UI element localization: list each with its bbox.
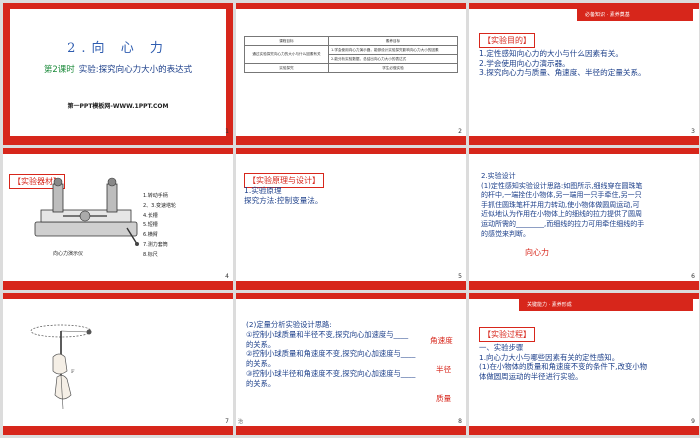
- body-line: 的感觉来判断。: [481, 229, 530, 238]
- body-line: 近似地认为作用在小物体上的细线的拉力提供了圆周: [481, 210, 642, 219]
- body-line: 运动所需的________,而细线的拉力可用牵住细线的手: [481, 219, 645, 228]
- slide-number: 2: [458, 128, 462, 135]
- subtitle-text: 实验:探究向心力大小的表达式: [78, 65, 193, 75]
- slide-top-bar: [3, 3, 233, 9]
- svg-text:F: F: [71, 369, 75, 375]
- legend-item: 5.短槽: [143, 222, 158, 229]
- slide-footer-bar: [3, 136, 233, 145]
- body-line: (1)在小物体的质量和角速度不变的条件下,改变小物: [479, 362, 648, 372]
- slide-footer-bar: [469, 281, 699, 290]
- slide-number: 1: [225, 128, 229, 135]
- slide-thumbnail-5[interactable]: 【实验原理与设计】 1.实验原理 探究方法:控制变量法。 5: [236, 148, 466, 290]
- body-line: 的关系。: [246, 359, 276, 369]
- answer-text: 向心力: [525, 248, 549, 257]
- slide-thumbnail-3[interactable]: 必备知识 · 素养奠基 【实验目的】 1.定性感知向心力的大小与什么因素有关。 …: [469, 3, 699, 145]
- legend-item: 8.标尺: [143, 251, 158, 258]
- slide-top-bar: [3, 293, 233, 299]
- table-cell: 学生必做实验: [327, 63, 459, 73]
- slide-footer-bar: [236, 281, 466, 290]
- table-header: 课程目标: [244, 36, 329, 46]
- section-heading: 【实验目的】: [479, 33, 535, 48]
- body-line: 2.学会使用向心力演示器。: [479, 58, 570, 68]
- footer-mark: 治: [238, 419, 244, 425]
- slide-top-bar: [236, 293, 466, 299]
- body-line: 1.实验原理: [244, 186, 282, 195]
- website-credit: 第一PPT模板网-WWW.1PPT.COM: [67, 103, 169, 110]
- slide-thumbnail-6[interactable]: 2.实验设计 (1)定性感知实验设计思路:如图所示,细线穿在圆珠笔 的杆中,一端…: [469, 148, 699, 290]
- body-line: 的关系。: [246, 378, 276, 388]
- slide-thumbnail-9[interactable]: 关键能力 · 素养形成 【实验过程】 一、实验步骤 1.向心力大小与哪些因素有关…: [469, 293, 699, 435]
- apparatus-caption: 向心力演示仪: [53, 251, 84, 257]
- table-cell: 实验探究: [244, 63, 329, 73]
- objectives-table: 课程目标 素养目标 通过实验探究向心力的大小与什么因素有关 1.学会使用向心力演…: [244, 36, 459, 73]
- legend-item: 7.测力套筒: [143, 241, 168, 248]
- slide-body: 1.实验原理 探究方法:控制变量法。: [244, 186, 458, 205]
- section-ribbon: 关键能力 · 素养形成: [519, 299, 693, 311]
- slide-top-bar: [236, 148, 466, 154]
- slide-number: 6: [691, 273, 695, 280]
- table-cell: 通过实验探究向心力的大小与什么因素有关: [244, 45, 329, 64]
- slide-number: 9: [691, 418, 695, 425]
- body-line: 手抓住圆珠笔杆并用力转动,使小物体做圆周运动,可: [481, 200, 640, 209]
- slide-top-bar: [3, 148, 233, 154]
- body-line: (2)定量分析实验设计思路:: [246, 320, 332, 329]
- body-line: 的杆中,一端拴住小物体,另一端用一只手牵住,另一只: [481, 191, 642, 200]
- body-line: ①控制小球质量和半径不变,探究向心加速度与____: [246, 329, 409, 339]
- table-cell: 2.能分析实验数据，总结出向心力大小的表达式: [327, 54, 459, 64]
- answer-text: 质量: [436, 394, 452, 403]
- subtitle-highlight: 第2课时: [43, 65, 75, 75]
- slide-thumbnail-7[interactable]: F 7: [3, 293, 233, 435]
- hand-rotation-diagram-icon: F: [30, 324, 92, 410]
- legend-item: 1.转动手柄: [143, 193, 168, 199]
- slide-footer-bar: [469, 136, 699, 145]
- slide-footer-bar: [3, 281, 233, 290]
- slide-title: 2.向 心 力: [67, 41, 169, 56]
- slide-top-bar: [469, 148, 699, 154]
- apparatus-legend: 1.转动手柄 2、3.变速塔轮 4.长槽 5.短槽 6.横臂 7.测力套筒 8.…: [143, 192, 176, 261]
- body-line: 3.探究向心力与质量、角速度、半径的定量关系。: [479, 68, 646, 78]
- slide-body: 一、实验步骤 1.向心力大小与哪些因素有关的定性感知。 (1)在小物体的质量和角…: [479, 343, 693, 381]
- body-line: 探究方法:控制变量法。: [244, 195, 323, 205]
- slide-body: 1.定性感知向心力的大小与什么因素有关。 2.学会使用向心力演示器。 3.探究向…: [479, 49, 693, 78]
- answer-text: 角速度: [430, 336, 453, 345]
- body-line: 一、实验步骤: [479, 343, 524, 352]
- body-line: (1)定性感知实验设计思路:如图所示,细线穿在圆珠笔: [481, 181, 643, 190]
- slide-number: 4: [225, 273, 229, 280]
- body-line: 1.定性感知向心力的大小与什么因素有关。: [479, 49, 623, 58]
- legend-item: 2、3.变速塔轮: [143, 202, 176, 209]
- table-cell: 1.学会使用向心力演示器，能够设计实验探究影响向心力大小的因素: [327, 45, 459, 55]
- slide-subtitle: 第2课时 实验:探究向心力大小的表达式: [3, 63, 233, 75]
- section-heading: 【实验过程】: [479, 327, 535, 342]
- slide-body: 2.实验设计 (1)定性感知实验设计思路:如图所示,细线穿在圆珠笔 的杆中,一端…: [481, 172, 695, 239]
- body-line: ③控制小球半径和角速度不变,探究向心加速度与____: [246, 368, 416, 378]
- slide-number: 3: [691, 128, 695, 135]
- slide-number: 8: [458, 418, 462, 425]
- slide-footer-bar: [236, 426, 466, 435]
- slide-thumbnail-1[interactable]: 2.向 心 力 第2课时 实验:探究向心力大小的表达式 第一PPT模板网-WWW.…: [3, 3, 233, 145]
- slide-footer-bar: [236, 136, 466, 145]
- body-line: 2.实验设计: [481, 172, 516, 180]
- table-header: 素养目标: [327, 36, 459, 46]
- section-ribbon: 必备知识 · 素养奠基: [577, 9, 693, 21]
- slide-number: 7: [225, 418, 229, 425]
- legend-item: 6.横臂: [143, 232, 158, 239]
- legend-item: 4.长槽: [143, 212, 158, 219]
- slide-thumbnail-2[interactable]: 课程目标 素养目标 通过实验探究向心力的大小与什么因素有关 1.学会使用向心力演…: [236, 3, 466, 145]
- body-line: 的关系。: [246, 339, 276, 349]
- body-line: 1.向心力大小与哪些因素有关的定性感知。: [479, 352, 620, 362]
- slide-footer-bar: [469, 426, 699, 435]
- answer-text: 半径: [436, 365, 452, 374]
- slide-thumbnail-8[interactable]: (2)定量分析实验设计思路: ①控制小球质量和半径不变,探究向心加速度与____…: [236, 293, 466, 435]
- slide-footer-bar: [3, 426, 233, 435]
- slide-body: (2)定量分析实验设计思路: ①控制小球质量和半径不变,探究向心加速度与____…: [246, 320, 460, 389]
- slide-thumbnail-4[interactable]: 【实验器材】 1.转动手柄 2、3.变速塔轮 4.长槽 5.短槽 6.横臂 7.…: [3, 148, 233, 290]
- body-line: ②控制小球质量和角速度不变,探究向心加速度与____: [246, 349, 416, 359]
- body-line: 体做圆周运动的半径进行实验。: [479, 371, 583, 381]
- slide-top-bar: [236, 3, 466, 9]
- centripetal-apparatus-icon: [34, 177, 139, 246]
- slide-number: 5: [458, 273, 462, 280]
